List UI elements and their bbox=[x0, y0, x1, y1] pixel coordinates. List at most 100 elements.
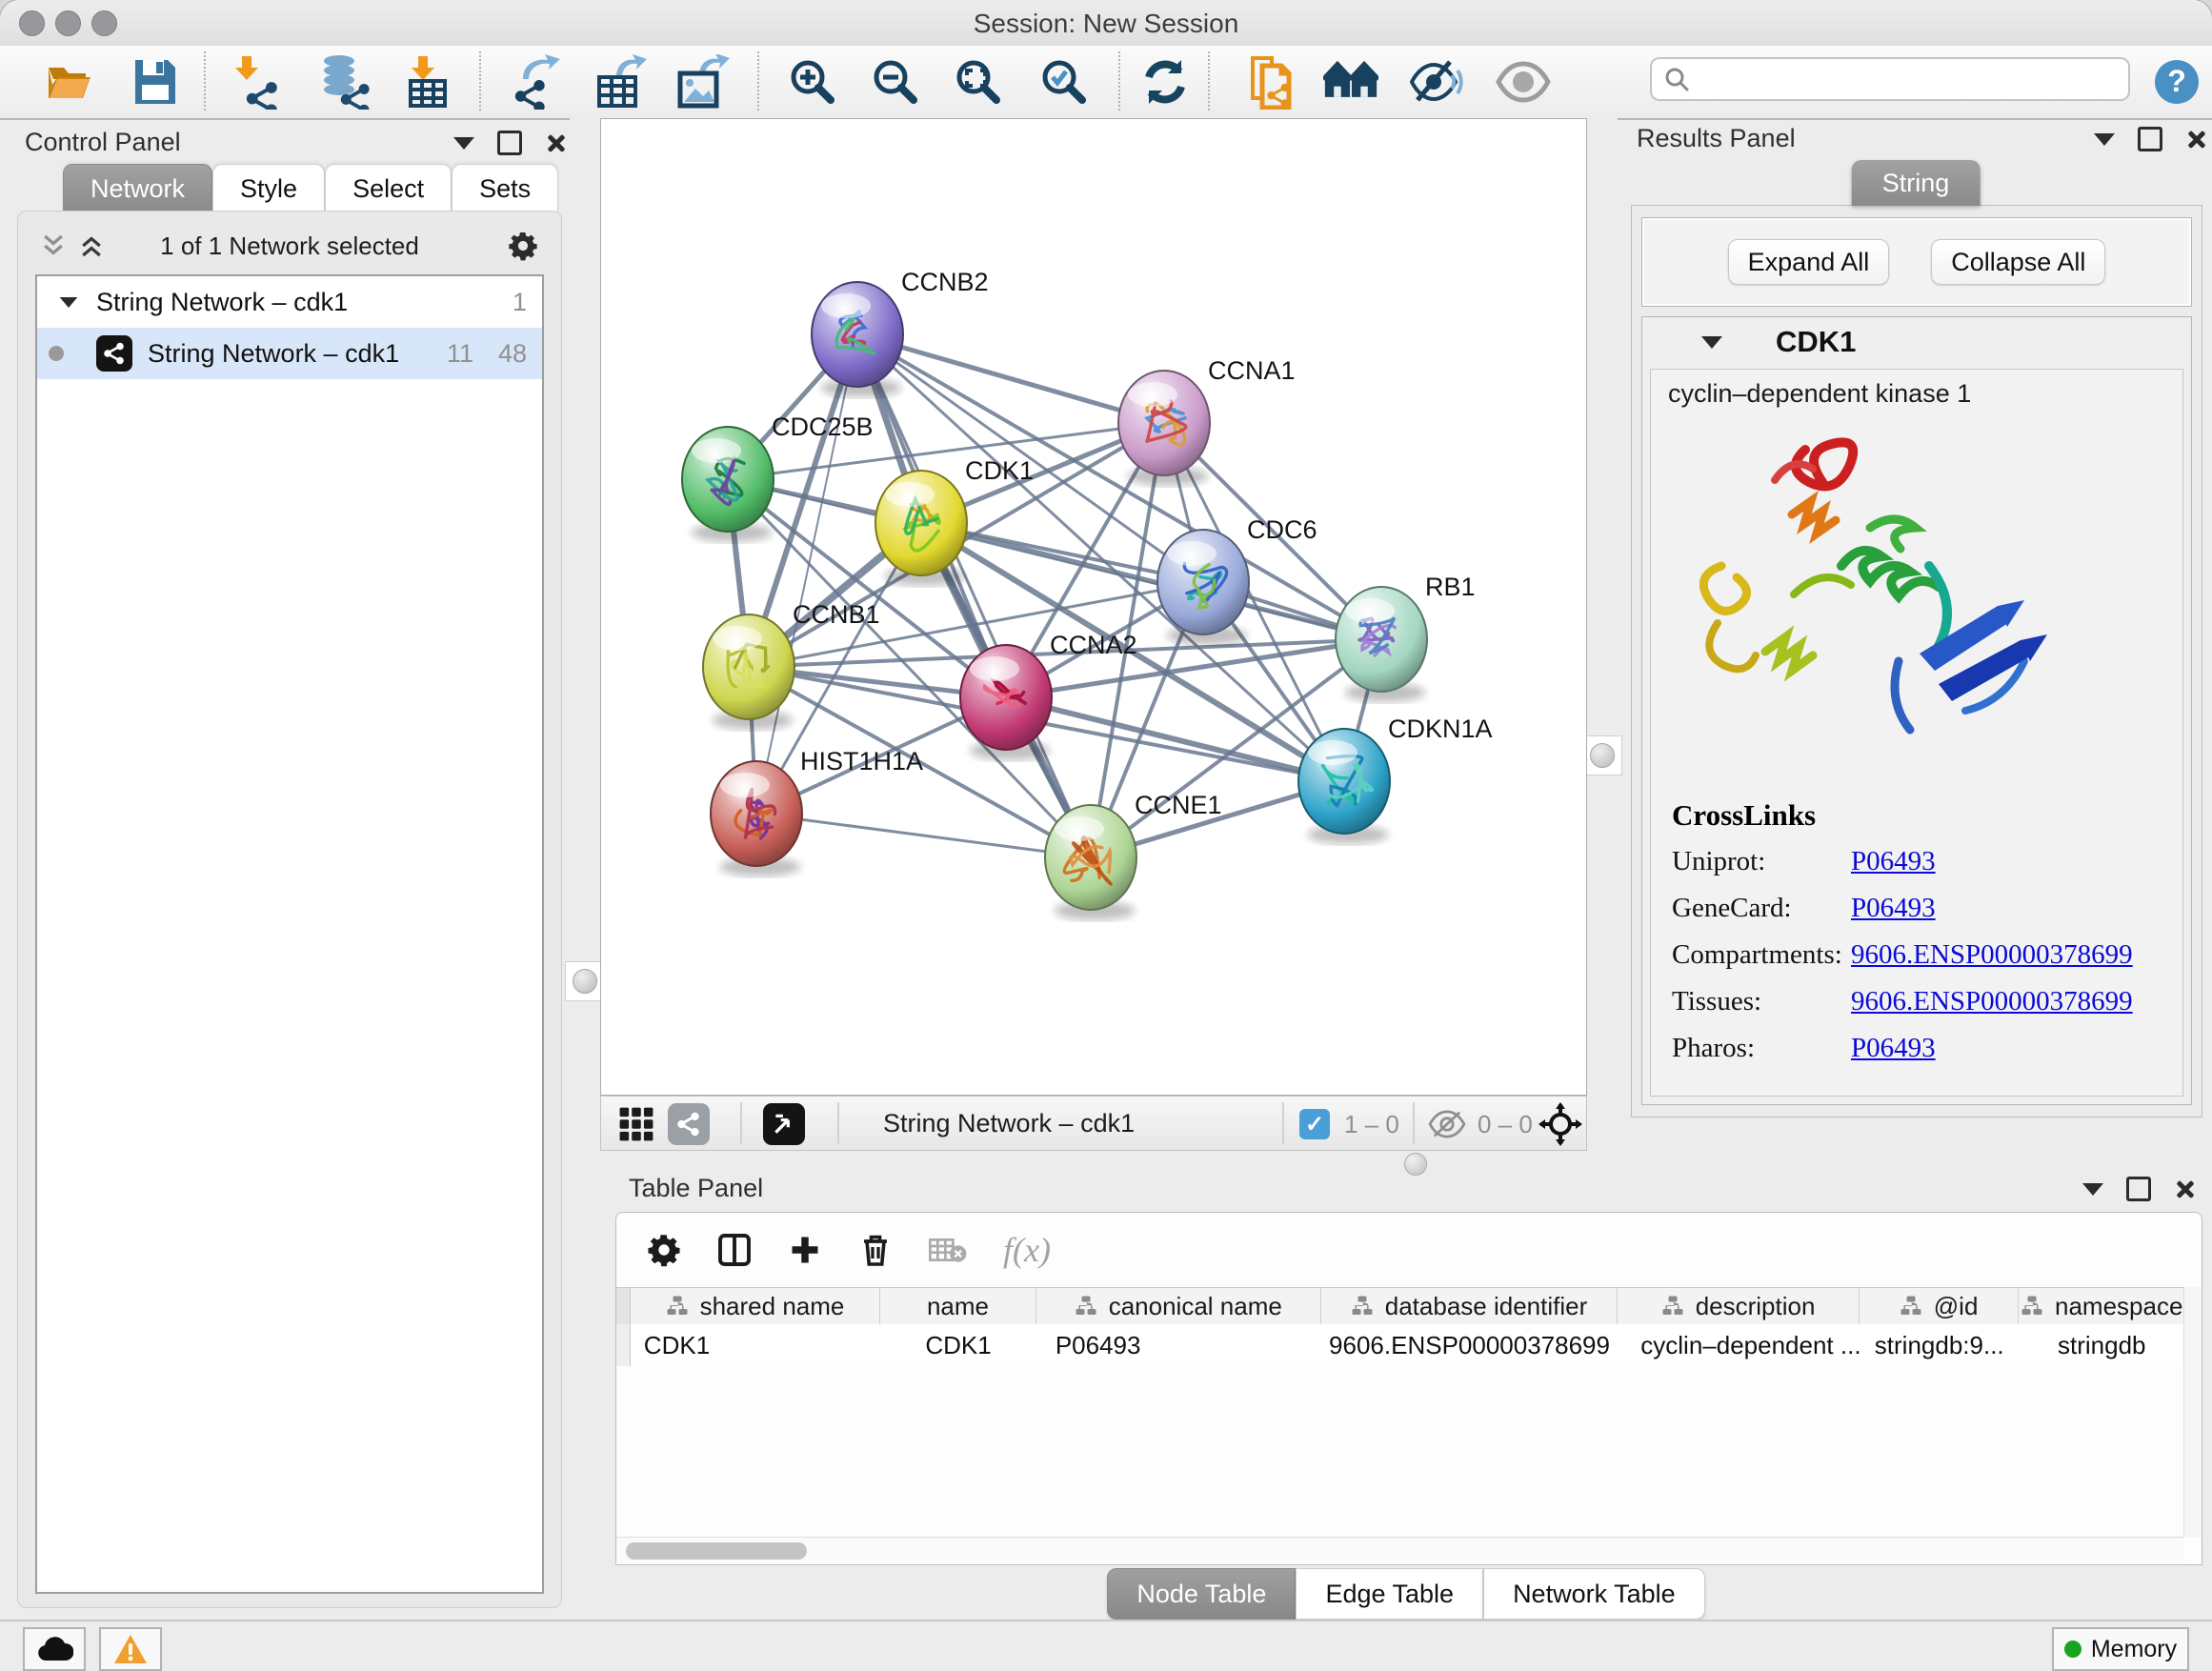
scrollbar-thumb[interactable] bbox=[626, 1542, 807, 1560]
warnings-button[interactable] bbox=[99, 1627, 162, 1671]
detach-view-button[interactable] bbox=[763, 1103, 805, 1145]
tab-network-table[interactable]: Network Table bbox=[1483, 1568, 1705, 1620]
import-network-from-file-button[interactable] bbox=[229, 51, 284, 112]
memory-button[interactable]: Memory bbox=[2052, 1627, 2189, 1671]
tab-select[interactable]: Select bbox=[325, 164, 452, 213]
import-table-from-file-button[interactable] bbox=[400, 51, 455, 112]
splitter-handle[interactable] bbox=[565, 961, 605, 1001]
node-HIST1H1A[interactable]: HIST1H1A bbox=[711, 747, 923, 876]
node-CDC6[interactable]: CDC6 bbox=[1157, 515, 1317, 645]
export-image-button[interactable] bbox=[674, 51, 730, 112]
tab-network[interactable]: Network bbox=[63, 164, 212, 213]
panel-menu-icon[interactable] bbox=[453, 137, 474, 150]
collapse-all-button[interactable]: Collapse All bbox=[1931, 239, 2105, 285]
expand-all-button[interactable]: Expand All bbox=[1728, 239, 1890, 285]
column-header-id[interactable]: @id bbox=[1860, 1288, 2020, 1324]
crosslink-uniprot[interactable]: P06493 bbox=[1851, 846, 2133, 877]
float-panel-icon[interactable] bbox=[2138, 127, 2162, 151]
tab-style[interactable]: Style bbox=[212, 164, 325, 213]
add-column-icon[interactable] bbox=[788, 1233, 822, 1267]
network-overview-button[interactable] bbox=[668, 1103, 710, 1145]
import-network-from-database-button[interactable] bbox=[318, 51, 373, 112]
zoom-in-button[interactable] bbox=[785, 51, 840, 112]
column-header-canonical-name[interactable]: canonical name bbox=[1036, 1288, 1321, 1324]
horizontal-splitter[interactable] bbox=[600, 1151, 2212, 1166]
column-header-shared-name[interactable]: shared name bbox=[631, 1288, 880, 1324]
table-vertical-scrollbar[interactable] bbox=[2183, 1287, 2202, 1538]
panel-menu-icon[interactable] bbox=[2094, 133, 2115, 146]
tab-edge-table[interactable]: Edge Table bbox=[1296, 1568, 1483, 1620]
collection-expand-icon[interactable] bbox=[60, 296, 78, 307]
edge-CCNB2-HIST1H1A[interactable] bbox=[756, 334, 857, 814]
close-panel-icon[interactable] bbox=[545, 131, 568, 154]
gear-icon[interactable] bbox=[508, 231, 538, 261]
open-session-button[interactable] bbox=[42, 51, 97, 112]
home-networks-button[interactable] bbox=[1323, 51, 1378, 112]
zoom-fit-button[interactable] bbox=[951, 51, 1006, 112]
column-header-name[interactable]: name bbox=[880, 1288, 1036, 1324]
cell-namespace[interactable]: stringdb bbox=[2020, 1324, 2184, 1366]
network-canvas[interactable]: CCNB2CCNA1CDC25BCDK1CDC6RB1CCNB1CCNA2CDK… bbox=[600, 118, 1587, 1096]
node-CCNE1[interactable]: CCNE1 bbox=[1045, 791, 1222, 920]
table-row[interactable]: CDK1 CDK1 P06493 9606.ENSP00000378699 cy… bbox=[616, 1324, 2184, 1366]
column-header-description[interactable]: description bbox=[1618, 1288, 1859, 1324]
tab-node-table[interactable]: Node Table bbox=[1107, 1568, 1296, 1620]
crosslink-tissues[interactable]: 9606.ENSP00000378699 bbox=[1851, 986, 2133, 1017]
tab-sets[interactable]: Sets bbox=[452, 164, 558, 213]
float-panel-icon[interactable] bbox=[497, 131, 522, 155]
search-input[interactable] bbox=[1690, 64, 2113, 95]
fit-selected-icon[interactable] bbox=[1538, 1102, 1582, 1146]
crosslink-compartments[interactable]: 9606.ENSP00000378699 bbox=[1851, 939, 2133, 971]
right-splitter[interactable] bbox=[1587, 118, 1618, 1153]
node-CCNB2[interactable]: CCNB2 bbox=[812, 268, 989, 397]
close-panel-icon[interactable] bbox=[2174, 1178, 2197, 1200]
cell-description[interactable]: cyclin–dependent ... bbox=[1618, 1324, 1860, 1366]
zoom-selected-button[interactable] bbox=[1036, 51, 1092, 112]
node-CDC25B[interactable]: CDC25B bbox=[682, 413, 874, 542]
node-CDKN1A[interactable]: CDKN1A bbox=[1298, 715, 1493, 844]
cell-id[interactable]: stringdb:9... bbox=[1860, 1324, 2020, 1366]
column-header-database-identifier[interactable]: database identifier bbox=[1321, 1288, 1619, 1324]
cell-canonical-name[interactable]: P06493 bbox=[1036, 1324, 1321, 1366]
export-network-button[interactable] bbox=[509, 51, 564, 112]
edge-CCNB2-CCNA1[interactable] bbox=[857, 334, 1164, 423]
splitter-handle[interactable] bbox=[1582, 735, 1622, 775]
delete-column-icon[interactable] bbox=[858, 1233, 893, 1267]
cell-shared-name[interactable]: CDK1 bbox=[631, 1324, 880, 1366]
select-columns-icon[interactable] bbox=[717, 1233, 752, 1267]
table-gear-icon[interactable] bbox=[647, 1233, 681, 1267]
close-panel-icon[interactable] bbox=[2185, 128, 2208, 151]
selected-checkbox[interactable]: ✓ bbox=[1299, 1109, 1330, 1139]
clone-network-button[interactable] bbox=[1241, 51, 1297, 112]
grid-view-button[interactable] bbox=[618, 1106, 654, 1142]
network-row-selected[interactable]: String Network – cdk1 11 48 bbox=[37, 328, 542, 379]
column-header-namespace[interactable]: namespace bbox=[2019, 1288, 2184, 1324]
panel-menu-icon[interactable] bbox=[2082, 1183, 2103, 1196]
export-table-button[interactable] bbox=[593, 51, 648, 112]
show-view-button[interactable] bbox=[1496, 51, 1551, 112]
refresh-button[interactable] bbox=[1137, 51, 1193, 112]
hide-unhide-button[interactable] bbox=[1410, 51, 1465, 112]
table-horizontal-scrollbar[interactable] bbox=[616, 1537, 2184, 1564]
node-RB1[interactable]: RB1 bbox=[1336, 573, 1476, 702]
collapse-entry-icon[interactable] bbox=[1701, 336, 1722, 349]
left-splitter[interactable] bbox=[570, 118, 600, 1153]
crosslink-pharos[interactable]: P06493 bbox=[1851, 1033, 2133, 1064]
node-CCNB1[interactable]: CCNB1 bbox=[703, 600, 880, 730]
edge-CCNB2-CCNE1[interactable] bbox=[857, 334, 1091, 857]
search-field[interactable] bbox=[1650, 57, 2130, 101]
gene-entry-header[interactable]: CDK1 bbox=[1642, 317, 2191, 367]
cell-name[interactable]: CDK1 bbox=[880, 1324, 1036, 1366]
node-CDK1[interactable]: CDK1 bbox=[875, 456, 1034, 586]
cloud-button[interactable] bbox=[23, 1627, 86, 1671]
cell-database-identifier[interactable]: 9606.ENSP00000378699 bbox=[1321, 1324, 1618, 1366]
crosslink-genecard[interactable]: P06493 bbox=[1851, 893, 2133, 924]
edge-CCNE1-HIST1H1A[interactable] bbox=[756, 814, 1091, 857]
save-session-button[interactable] bbox=[128, 51, 183, 112]
string-network-graph[interactable]: CCNB2CCNA1CDC25BCDK1CDC6RB1CCNB1CCNA2CDK… bbox=[601, 119, 1586, 1095]
tab-string[interactable]: String bbox=[1852, 160, 1981, 206]
zoom-out-button[interactable] bbox=[868, 51, 923, 112]
help-button[interactable]: ? bbox=[2149, 51, 2204, 112]
network-collection-row[interactable]: String Network – cdk1 1 bbox=[37, 276, 542, 328]
float-panel-icon[interactable] bbox=[2126, 1177, 2151, 1201]
